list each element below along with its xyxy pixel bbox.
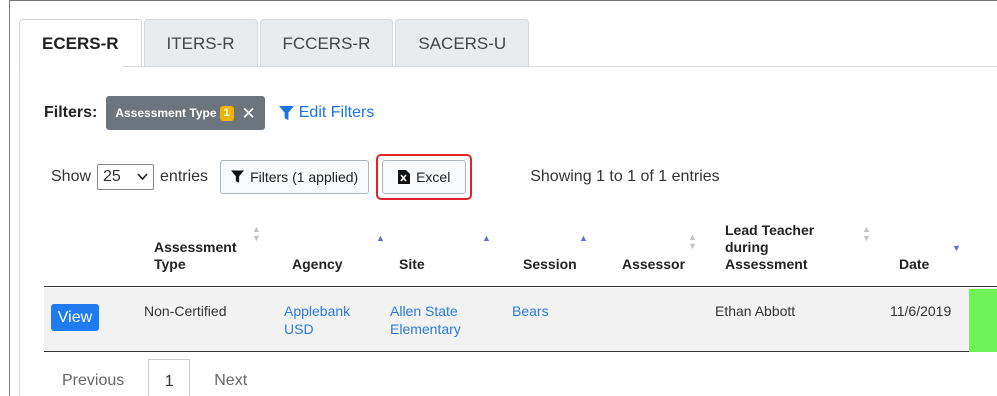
table-controls: Show 25 entries Filters (1 applied) Exce…: [51, 154, 720, 200]
column-header-assessor[interactable]: Assessor: [622, 256, 685, 273]
table-header: Assessment Type ▲ ▼ Agency ▲ Site ▲ Sessi…: [44, 215, 997, 287]
sort-icon: ▲: [579, 233, 588, 243]
entries-select[interactable]: 25: [97, 164, 155, 190]
column-header-date[interactable]: Date: [899, 256, 929, 273]
excel-button-label: Excel: [416, 169, 451, 185]
excel-export-button[interactable]: Excel: [382, 160, 467, 194]
edit-filters-link[interactable]: Edit Filters: [278, 104, 375, 122]
tab-fccers-r[interactable]: FCCERS-R: [259, 19, 394, 67]
pagination: Previous 1 Next: [44, 359, 265, 396]
sort-icon: ▲ ▼: [688, 232, 697, 251]
column-header-session[interactable]: Session: [523, 256, 577, 273]
view-button[interactable]: View: [51, 304, 99, 331]
column-header-assessment-type[interactable]: Assessment Type: [154, 239, 244, 273]
site-link[interactable]: Allen State Elementary: [390, 302, 480, 338]
show-label: Show: [51, 168, 92, 185]
filter-chip-assessment-type: Assessment Type 1 ✕: [106, 96, 265, 130]
cell-lead-teacher: Ethan Abbott: [715, 303, 796, 319]
cell-assessment-type: Non-Certified: [144, 303, 227, 319]
filter-icon: [231, 170, 245, 183]
table-row: View Non-Certified Applebank USD Allen S…: [44, 288, 997, 352]
next-page-button[interactable]: Next: [196, 359, 265, 390]
tab-underline: [123, 66, 997, 67]
table-header-rule: [44, 286, 997, 287]
filters-label: Filters:: [44, 104, 98, 121]
tab-bar: ECERS-R ITERS-R FCCERS-R SACERS-U: [19, 19, 531, 67]
agency-link[interactable]: Applebank USD: [284, 302, 354, 338]
tab-sacers-u[interactable]: SACERS-U: [395, 19, 530, 67]
page-1-button[interactable]: 1: [148, 359, 191, 396]
column-header-agency[interactable]: Agency: [292, 256, 343, 273]
close-icon[interactable]: ✕: [242, 105, 256, 122]
session-link[interactable]: Bears: [512, 302, 549, 320]
previous-page-button[interactable]: Previous: [44, 359, 142, 390]
filter-icon: [278, 105, 294, 120]
cell-date: 11/6/2019: [890, 303, 952, 319]
column-header-site[interactable]: Site: [399, 256, 425, 273]
sort-icon: ▲: [482, 233, 491, 243]
sort-icon: ▼: [952, 243, 961, 253]
filters-row: Filters: Assessment Type 1 ✕ Edit Filter…: [44, 96, 374, 130]
column-header-lead-teacher[interactable]: Lead Teacher during Assessment: [725, 222, 825, 273]
chevron-down-icon: [137, 173, 148, 181]
entries-select-value: 25: [103, 168, 121, 185]
filters-applied-label: Filters (1 applied): [250, 169, 359, 185]
sort-icon: ▲ ▼: [862, 224, 871, 243]
filters-applied-button[interactable]: Filters (1 applied): [220, 160, 370, 194]
tab-iters-r[interactable]: ITERS-R: [143, 19, 258, 67]
excel-file-icon: [398, 170, 411, 184]
edit-filters-label: Edit Filters: [298, 104, 375, 121]
showing-entries-info: Showing 1 to 1 of 1 entries: [530, 168, 720, 185]
tab-ecers-r[interactable]: ECERS-R: [19, 19, 142, 67]
panel-left-rule: [19, 67, 20, 396]
sort-icon: ▲ ▼: [252, 224, 261, 243]
status-color-cell: [969, 289, 997, 352]
filter-count-badge: 1: [219, 105, 234, 121]
sort-icon: ▲: [376, 233, 385, 243]
filter-chip-label: Assessment Type: [115, 106, 217, 120]
excel-highlight: Excel: [376, 154, 473, 200]
entries-label: entries: [160, 168, 209, 185]
